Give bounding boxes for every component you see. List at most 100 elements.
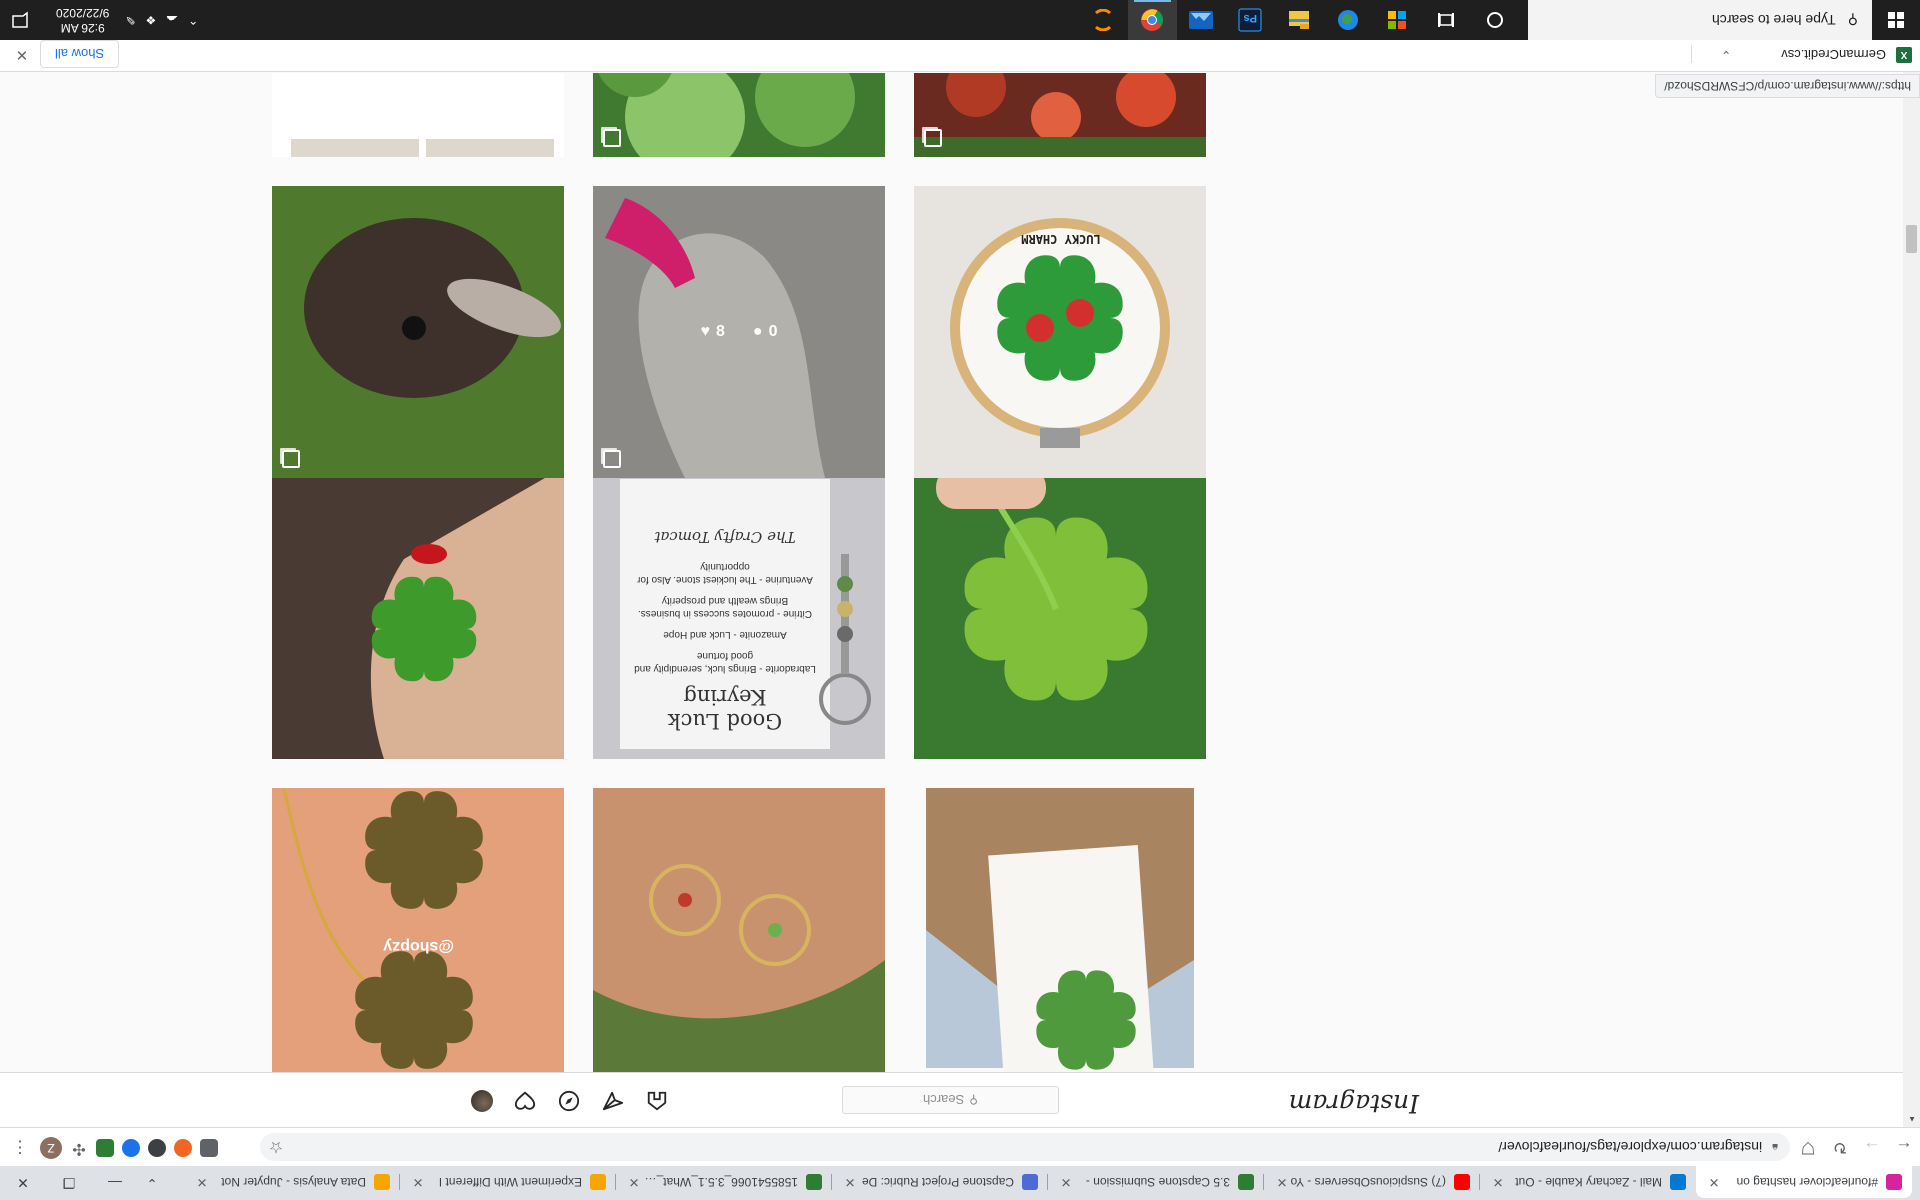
tab-close-icon[interactable]: ✕ (1706, 1174, 1722, 1190)
onedrive-icon[interactable]: ☁ (166, 13, 178, 27)
forward-icon[interactable]: → (1856, 1131, 1888, 1163)
carousel-icon (603, 450, 621, 468)
windows-logo-icon (1888, 12, 1904, 28)
post-hover-overlay: ♥ 8 ● 0 (593, 186, 885, 478)
post-image (593, 788, 885, 1080)
post-tile[interactable]: ♥ 8 ● 0 (593, 186, 885, 478)
browser-tab[interactable]: Data Analysis - Jupyter Not ✕ (184, 1166, 400, 1198)
start-button[interactable] (1872, 0, 1920, 40)
browser-tab[interactable]: Capstone Project Rubric: De ✕ (832, 1166, 1048, 1198)
outlook-icon (1670, 1174, 1686, 1190)
browser-tab-strip: #fourleafclover hashtag on ✕ Mail - Zachar… (0, 1166, 1920, 1200)
comments-count: 0 (768, 323, 778, 340)
chrome-icon[interactable] (1128, 0, 1177, 40)
bookmark-star-icon[interactable]: ☆ (262, 1133, 290, 1161)
clock-date: 9/22/2020 (56, 6, 110, 20)
task-view-icon[interactable] (1422, 0, 1471, 40)
edge-icon[interactable] (1324, 0, 1373, 40)
post-tile[interactable] (272, 467, 564, 759)
profile-avatar-icon[interactable] (471, 1090, 493, 1112)
doc-icon (1022, 1174, 1038, 1190)
office-icon[interactable] (1373, 0, 1422, 40)
likes-count-group: ♥ 8 (701, 323, 725, 341)
tab-search-icon[interactable]: ⌄ (138, 1170, 166, 1196)
address-bar[interactable]: 🔒︎ instagram.com/explore/tags/fourleafcl… (260, 1133, 1790, 1161)
search-placeholder: Search (923, 1092, 965, 1108)
search-icon: ⚲ (969, 1093, 978, 1107)
photoshop-icon[interactable]: Ps (1226, 0, 1275, 40)
post-image (914, 467, 1206, 759)
chevron-down-icon[interactable]: ⌄ (1721, 48, 1731, 62)
home-icon[interactable] (645, 1089, 669, 1113)
tab-label: Mail - Zachary Kauble - Out (1515, 1175, 1662, 1189)
activity-heart-icon[interactable] (513, 1089, 537, 1113)
close-window-icon[interactable]: ✕ (0, 1166, 46, 1200)
post-image (272, 467, 564, 759)
carousel-icon (282, 450, 300, 468)
post-tile[interactable]: LUCKY CHARM (914, 186, 1206, 478)
close-icon[interactable]: ✕ (10, 43, 34, 67)
clock-time: 9:26 AM (60, 21, 105, 35)
browser-tab[interactable]: 3.5 Capstone Submission - ✕ (1048, 1166, 1264, 1198)
search-input[interactable]: ⚲ Search (842, 1086, 1059, 1114)
notification-center-icon[interactable] (0, 0, 40, 40)
chevron-up-icon[interactable]: ⌃ (188, 13, 198, 27)
jupyter-icon (590, 1174, 606, 1190)
back-icon[interactable]: ← (1888, 1131, 1920, 1163)
post-tile[interactable] (914, 467, 1206, 759)
instagram-logo[interactable]: Instagram (1289, 1089, 1419, 1118)
extension-blue-icon[interactable] (122, 1139, 140, 1157)
scrollbar-thumb[interactable] (1906, 225, 1917, 253)
post-tile[interactable] (593, 788, 885, 1080)
pen-icon[interactable]: ✎ (125, 13, 135, 27)
svg-text:Ps: Ps (1244, 12, 1257, 24)
extension-dollar-icon[interactable] (96, 1139, 114, 1157)
cortana-icon[interactable] (1471, 0, 1520, 40)
page-scrollbar[interactable]: ▲ ▼ (1903, 72, 1920, 1127)
browser-tab[interactable]: Mail - Zachary Kauble - Out ✕ (1480, 1166, 1696, 1198)
clock[interactable]: 9:26 AM 9/22/2020 (50, 5, 115, 35)
instagram-nav (471, 1089, 669, 1113)
tab-close-icon[interactable]: ✕ (410, 1174, 426, 1190)
post-tile[interactable] (914, 788, 1206, 1080)
puzzle-icon[interactable]: ✣ (70, 1139, 88, 1157)
post-tile[interactable]: Good Luck Keyring Labradorite - Brings lu… (593, 467, 885, 759)
browser-tab[interactable]: (7) SuspiciousObservers - Yo ✕ (1264, 1166, 1480, 1198)
tab-close-icon[interactable]: ✕ (626, 1174, 642, 1190)
app-orange-icon[interactable] (1079, 0, 1128, 40)
extension-circle-icon[interactable] (148, 1139, 166, 1157)
profile-avatar[interactable]: Z (40, 1137, 62, 1159)
minimize-icon[interactable]: — (92, 1166, 138, 1200)
download-item[interactable]: X GermanCredit.csv ⌄ (1721, 39, 1912, 71)
tab-close-icon[interactable]: ✕ (1058, 1174, 1074, 1190)
browser-menu-icon[interactable]: ⋮ (8, 1133, 32, 1161)
tab-close-icon[interactable]: ✕ (194, 1174, 210, 1190)
window-controls: — ❐ ✕ (0, 1166, 138, 1200)
tab-close-icon[interactable]: ✕ (842, 1174, 858, 1190)
browser-tab[interactable]: Experiment With Different I ✕ (400, 1166, 616, 1198)
dropbox-icon[interactable]: ❖ (145, 13, 156, 27)
show-all-downloads-button[interactable]: Show all (40, 40, 120, 68)
reload-icon[interactable]: ↻ (1824, 1131, 1856, 1163)
browser-tab[interactable]: #fourleafclover hashtag on ✕ (1696, 1166, 1912, 1198)
tab-close-icon[interactable]: ✕ (1490, 1174, 1506, 1190)
extension-orange-icon[interactable] (174, 1139, 192, 1157)
extensions-area: ✣ Z (40, 1137, 218, 1159)
excel-file-icon: X (1896, 47, 1912, 63)
tab-label: Capstone Project Rubric: De (861, 1175, 1014, 1189)
lock-icon: 🔒︎ (1772, 1141, 1778, 1154)
file-explorer-icon[interactable] (1275, 0, 1324, 40)
comment-bubble-icon: ● (752, 323, 763, 340)
scroll-up-arrow-icon[interactable]: ▲ (1908, 1115, 1916, 1124)
tab-close-icon[interactable]: ✕ (1274, 1174, 1290, 1190)
post-tile[interactable]: @shopzy (272, 788, 564, 1080)
shield-icon[interactable]: ⛉ (1792, 1131, 1824, 1163)
photos-icon[interactable] (1177, 0, 1226, 40)
explore-compass-icon[interactable] (557, 1089, 581, 1113)
browser-tab[interactable]: 1585541066_3.5.1_What_De ✕ (616, 1166, 832, 1198)
taskbar-search-input[interactable]: ⚲ Type here to search (1528, 0, 1872, 40)
extension-g-icon[interactable] (200, 1139, 218, 1157)
direct-message-icon[interactable] (601, 1089, 625, 1113)
post-tile[interactable] (272, 186, 564, 478)
restore-icon[interactable]: ❐ (46, 1166, 92, 1200)
